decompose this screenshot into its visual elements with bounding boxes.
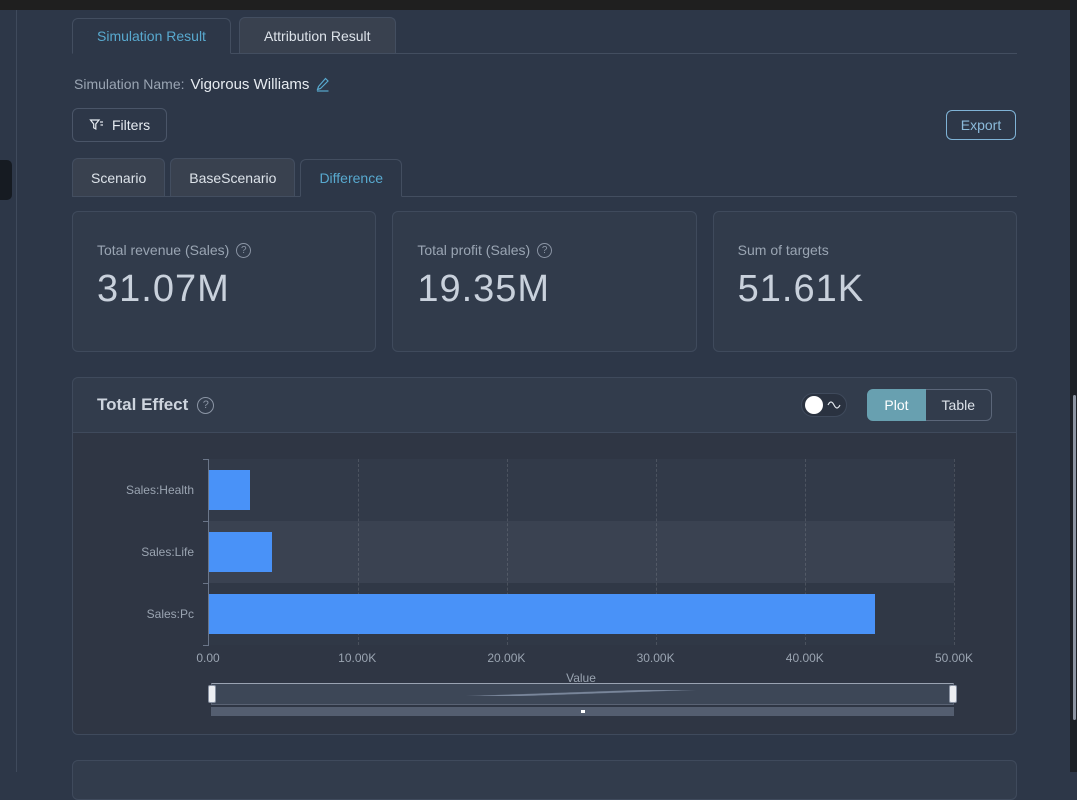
top-window-bar bbox=[0, 0, 1070, 10]
x-axis-tick-label: 10.00K bbox=[338, 651, 376, 665]
chart-x-axis-labels: 0.0010.00K20.00K30.00K40.00K50.00K bbox=[208, 651, 954, 665]
stat-value: 19.35M bbox=[417, 268, 671, 311]
chart-band bbox=[209, 521, 954, 583]
page-scrollbar-thumb[interactable] bbox=[1073, 395, 1076, 720]
datazoom-move-bar[interactable] bbox=[211, 707, 954, 716]
view-switch: Plot Table bbox=[867, 389, 992, 421]
stat-card-total-revenue: Total revenue (Sales) ? 31.07M bbox=[72, 211, 376, 352]
simulation-dashboard: { "colors": { "page_bg": "#2d3748", "acc… bbox=[0, 0, 1077, 772]
wave-icon bbox=[827, 398, 841, 417]
total-effect-card: Total Effect ? Plot Table bbox=[72, 377, 1017, 735]
x-axis-tick-label: 30.00K bbox=[637, 651, 675, 665]
filters-button-label: Filters bbox=[112, 117, 150, 133]
y-axis-category-label: Sales:Life bbox=[74, 521, 194, 583]
chart-bar[interactable] bbox=[209, 470, 250, 510]
datazoom-left-handle[interactable] bbox=[208, 685, 216, 703]
datazoom-slider[interactable] bbox=[211, 683, 954, 717]
tab-difference[interactable]: Difference bbox=[300, 159, 402, 197]
stat-value: 31.07M bbox=[97, 268, 351, 311]
datazoom-selected-range[interactable] bbox=[211, 683, 954, 705]
chart-bar[interactable] bbox=[209, 532, 272, 572]
stat-label: Sum of targets bbox=[738, 242, 829, 258]
chart-band bbox=[209, 459, 954, 521]
y-axis-tick bbox=[203, 645, 209, 646]
filters-button[interactable]: Filters bbox=[72, 108, 167, 142]
y-axis-tick bbox=[203, 459, 209, 460]
chart-y-axis-labels: Sales:HealthSales:LifeSales:Pc bbox=[73, 459, 201, 645]
x-axis-tick-label: 40.00K bbox=[786, 651, 824, 665]
tab-label: Difference bbox=[319, 170, 383, 186]
stat-card-total-profit: Total profit (Sales) ? 19.35M bbox=[392, 211, 696, 352]
tab-label: Simulation Result bbox=[97, 28, 206, 44]
simulation-name-label: Simulation Name: bbox=[74, 76, 185, 92]
chart-bar[interactable] bbox=[209, 594, 875, 634]
total-effect-title: Total Effect bbox=[97, 395, 188, 415]
next-section-card bbox=[72, 760, 1017, 800]
x-axis-tick-label: 0.00 bbox=[196, 651, 219, 665]
tab-attribution-result[interactable]: Attribution Result bbox=[239, 17, 396, 53]
stat-cards: Total revenue (Sales) ? 31.07M Total pro… bbox=[72, 211, 1017, 352]
export-button[interactable]: Export bbox=[946, 110, 1016, 140]
simulation-name-value: Vigorous Williams bbox=[191, 76, 310, 93]
stat-label: Total revenue (Sales) bbox=[97, 242, 229, 258]
datazoom-data-shadow bbox=[214, 690, 948, 696]
y-axis-category-label: Sales:Pc bbox=[74, 583, 194, 645]
chart-mode-toggle[interactable] bbox=[801, 393, 847, 417]
help-icon[interactable]: ? bbox=[197, 397, 214, 414]
plot-area[interactable] bbox=[208, 459, 954, 645]
edit-pencil-icon[interactable] bbox=[315, 77, 330, 92]
view-label: Table bbox=[942, 397, 975, 413]
y-axis-category-label: Sales:Health bbox=[74, 459, 194, 521]
view-label: Plot bbox=[884, 397, 908, 413]
tab-scenario[interactable]: Scenario bbox=[72, 158, 165, 196]
total-effect-header: Total Effect ? Plot Table bbox=[73, 378, 1016, 432]
stat-card-sum-of-targets: Sum of targets 51.61K bbox=[713, 211, 1017, 352]
sidebar-drawer-handle[interactable] bbox=[0, 160, 12, 200]
y-axis-tick bbox=[203, 583, 209, 584]
help-icon[interactable]: ? bbox=[236, 243, 251, 258]
tab-basescenario[interactable]: BaseScenario bbox=[170, 158, 295, 196]
tab-label: Attribution Result bbox=[264, 28, 371, 44]
datazoom-right-handle[interactable] bbox=[949, 685, 957, 703]
stat-value: 51.61K bbox=[738, 268, 992, 311]
gridline bbox=[954, 459, 955, 645]
tab-label: BaseScenario bbox=[189, 170, 276, 186]
export-button-label: Export bbox=[961, 117, 1001, 133]
view-plot-button[interactable]: Plot bbox=[867, 389, 925, 421]
toggle-knob[interactable] bbox=[805, 396, 823, 414]
x-axis-tick-label: 50.00K bbox=[935, 651, 973, 665]
scenario-tabs: Scenario BaseScenario Difference bbox=[72, 158, 1017, 197]
filter-icon bbox=[89, 118, 104, 133]
view-table-button[interactable]: Table bbox=[926, 389, 992, 421]
result-tabs: Simulation Result Attribution Result bbox=[72, 17, 1017, 54]
x-axis-tick-label: 20.00K bbox=[487, 651, 525, 665]
tab-simulation-result[interactable]: Simulation Result bbox=[72, 18, 231, 54]
y-axis-tick bbox=[203, 521, 209, 522]
sidebar-divider bbox=[16, 10, 17, 772]
tab-label: Scenario bbox=[91, 170, 146, 186]
total-effect-chart: Sales:HealthSales:LifeSales:Pc 0.00 10.00… bbox=[73, 432, 1016, 735]
stat-label: Total profit (Sales) bbox=[417, 242, 530, 258]
help-icon[interactable]: ? bbox=[537, 243, 552, 258]
simulation-name-row: Simulation Name: Vigorous Williams bbox=[74, 74, 330, 94]
page-scrollbar[interactable] bbox=[1070, 0, 1077, 772]
datazoom-grip-icon bbox=[581, 710, 585, 713]
